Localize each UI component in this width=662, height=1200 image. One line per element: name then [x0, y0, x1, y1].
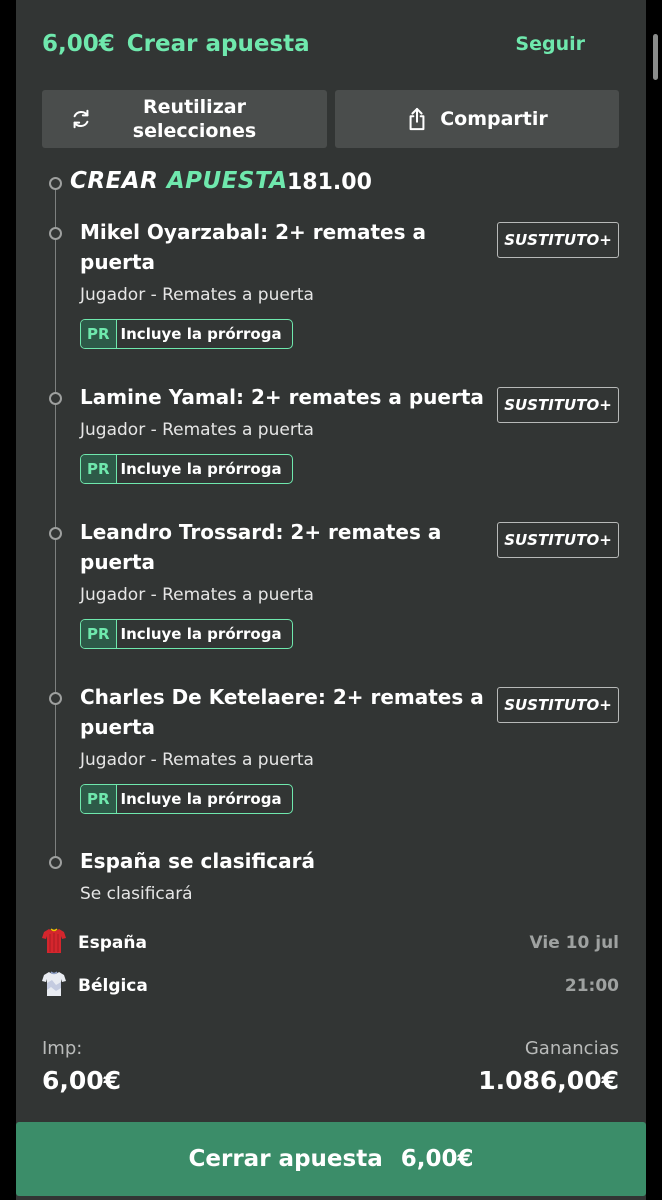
reuse-selections-button[interactable]: Reutilizar selecciones [42, 90, 327, 148]
bet-builder-title-word2: APUESTA [166, 168, 288, 194]
header-title-text: Crear apuesta [126, 31, 310, 57]
timeline-dot [49, 692, 62, 705]
extra-time-badge-code: PR [81, 320, 117, 348]
place-bet-button[interactable]: Cerrar apuesta 6,00€ [16, 1122, 646, 1196]
bet-builder-odds: 181.00 [287, 170, 372, 195]
timeline-dot [49, 227, 62, 240]
follow-button[interactable]: Seguir [515, 33, 585, 55]
reuse-label-line1: Reutilizar [143, 96, 246, 118]
selection-title: España se clasificará [80, 849, 316, 873]
selection-market: Jugador - Remates a puerta [80, 420, 314, 440]
reuse-selections-label: Reutilizar selecciones [133, 95, 256, 143]
extra-time-badge: PR Incluye la prórroga [80, 784, 293, 814]
place-bet-label: Cerrar apuesta [188, 1146, 383, 1172]
timeline-dot [49, 527, 62, 540]
header-stake: 6,00€ [42, 31, 115, 57]
share-icon [406, 107, 428, 131]
extra-time-badge-text: Incluye la prórroga [120, 325, 282, 343]
timeline-line [55, 188, 56, 860]
selection-item: Leandro Trossard: 2+ remates a puerta Ju… [80, 517, 490, 649]
match-away-team: Bélgica 21:00 [42, 971, 619, 1001]
selection-item: Charles De Ketelaere: 2+ remates a puert… [80, 682, 490, 814]
selection-item: Mikel Oyarzabal: 2+ remates a puerta Jug… [80, 217, 490, 349]
extra-time-badge-code: PR [81, 455, 117, 483]
away-team-name: Bélgica [78, 976, 148, 996]
selection-title: Leandro Trossard: 2+ remates a puerta [80, 520, 442, 574]
extra-time-badge-text: Incluye la prórroga [120, 460, 282, 478]
selection-market: Jugador - Remates a puerta [80, 285, 314, 305]
returns-label: Ganancias [524, 1038, 619, 1059]
bet-builder-title-word1: CREAR [70, 168, 159, 194]
match-time: 21:00 [564, 976, 619, 996]
bet-slip-header: 6,00€ Crear apuesta Seguir [42, 28, 620, 64]
header-title: 6,00€ Crear apuesta [42, 31, 310, 57]
extra-time-badge-text: Incluye la prórroga [120, 790, 282, 808]
timeline-dot [49, 177, 62, 190]
match-home-team: España Vie 10 jul [42, 928, 619, 958]
extra-time-badge-code: PR [81, 785, 117, 813]
scrollbar[interactable] [653, 34, 658, 80]
substitute-plus-button[interactable]: SUSTITUTO+ [497, 687, 619, 723]
selection-item: España se clasificará Se clasificará [80, 846, 490, 905]
timeline-dot [49, 392, 62, 405]
selection-title: Mikel Oyarzabal: 2+ remates a puerta [80, 220, 426, 274]
selection-title: Lamine Yamal: 2+ remates a puerta [80, 385, 484, 409]
refresh-icon [70, 108, 92, 130]
extra-time-badge-text: Incluye la prórroga [120, 625, 282, 643]
home-team-name: España [78, 933, 147, 953]
substitute-plus-button[interactable]: SUSTITUTO+ [497, 522, 619, 558]
share-label: Compartir [440, 108, 548, 130]
reuse-label-line2: selecciones [132, 120, 257, 142]
match-date: Vie 10 jul [529, 933, 619, 953]
selection-title: Charles De Ketelaere: 2+ remates a puert… [80, 685, 484, 739]
extra-time-badge: PR Incluye la prórroga [80, 454, 293, 484]
extra-time-badge: PR Incluye la prórroga [80, 319, 293, 349]
substitute-plus-button[interactable]: SUSTITUTO+ [497, 222, 619, 258]
substitute-plus-button[interactable]: SUSTITUTO+ [497, 387, 619, 423]
timeline-dot [49, 856, 62, 869]
stake-label: Imp: [42, 1038, 83, 1059]
selection-item: Lamine Yamal: 2+ remates a puerta Jugado… [80, 382, 500, 484]
belgium-kit-icon [42, 971, 66, 1001]
share-button[interactable]: Compartir [335, 90, 619, 148]
stake-value: 6,00€ [42, 1066, 122, 1095]
selection-market: Se clasificará [80, 884, 193, 904]
extra-time-badge-code: PR [81, 620, 117, 648]
selection-market: Jugador - Remates a puerta [80, 585, 314, 605]
returns-value: 1.086,00€ [478, 1066, 619, 1095]
spain-kit-icon [42, 928, 66, 958]
extra-time-badge: PR Incluye la prórroga [80, 619, 293, 649]
selection-market: Jugador - Remates a puerta [80, 750, 314, 770]
place-bet-amount: 6,00€ [400, 1146, 474, 1172]
bet-builder-title: CREAR APUESTA [70, 168, 288, 194]
